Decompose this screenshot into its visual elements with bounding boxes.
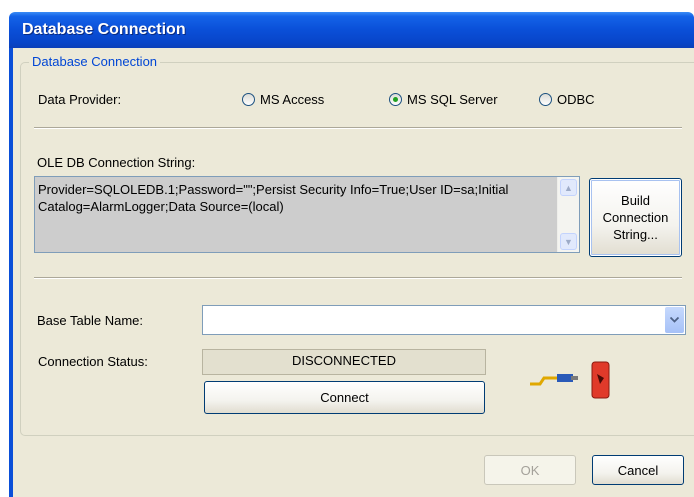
connection-string-value: Provider=SQLOLEDB.1;Password="";Persist … <box>38 182 513 214</box>
window-title: Database Connection <box>22 21 186 38</box>
radio-ms-sql-server[interactable]: MS SQL Server <box>389 92 498 107</box>
ok-button[interactable]: OK <box>484 455 576 485</box>
base-table-combo[interactable] <box>202 305 686 335</box>
build-button-line3: String... <box>613 227 658 242</box>
radio-label: MS SQL Server <box>407 92 498 107</box>
build-connection-string-button[interactable]: Build Connection String... <box>589 178 682 257</box>
radio-label: MS Access <box>260 92 325 107</box>
title-bar[interactable]: Database Connection <box>9 12 694 48</box>
connect-button[interactable]: Connect <box>204 381 485 414</box>
connection-string-textarea[interactable]: Provider=SQLOLEDB.1;Password="";Persist … <box>34 176 580 253</box>
radio-ms-access[interactable]: MS Access <box>242 92 324 107</box>
group-legend: Database Connection <box>29 54 161 69</box>
build-button-line1: Build <box>621 193 650 208</box>
scroll-up-icon[interactable]: ▲ <box>560 179 577 196</box>
build-button-line2: Connection <box>602 210 669 225</box>
divider <box>34 277 682 279</box>
cancel-button[interactable]: Cancel <box>592 455 684 485</box>
chevron-down-icon[interactable] <box>665 307 684 333</box>
radio-button-icon <box>242 93 255 106</box>
connection-status-value: DISCONNECTED <box>202 349 486 375</box>
radio-odbc[interactable]: ODBC <box>539 92 595 107</box>
base-table-label: Base Table Name: <box>37 313 143 328</box>
radio-button-selected-icon <box>389 93 402 106</box>
plug-disconnected-icon <box>530 361 610 399</box>
radio-label: ODBC <box>557 92 595 107</box>
radio-button-icon <box>539 93 552 106</box>
connection-status-label: Connection Status: <box>38 354 148 369</box>
connection-string-label: OLE DB Connection String: <box>37 155 196 170</box>
divider <box>34 127 682 129</box>
scroll-down-icon[interactable]: ▼ <box>560 233 577 250</box>
data-provider-label: Data Provider: <box>38 92 122 107</box>
vertical-scrollbar[interactable]: ▲ ▼ <box>557 177 579 252</box>
